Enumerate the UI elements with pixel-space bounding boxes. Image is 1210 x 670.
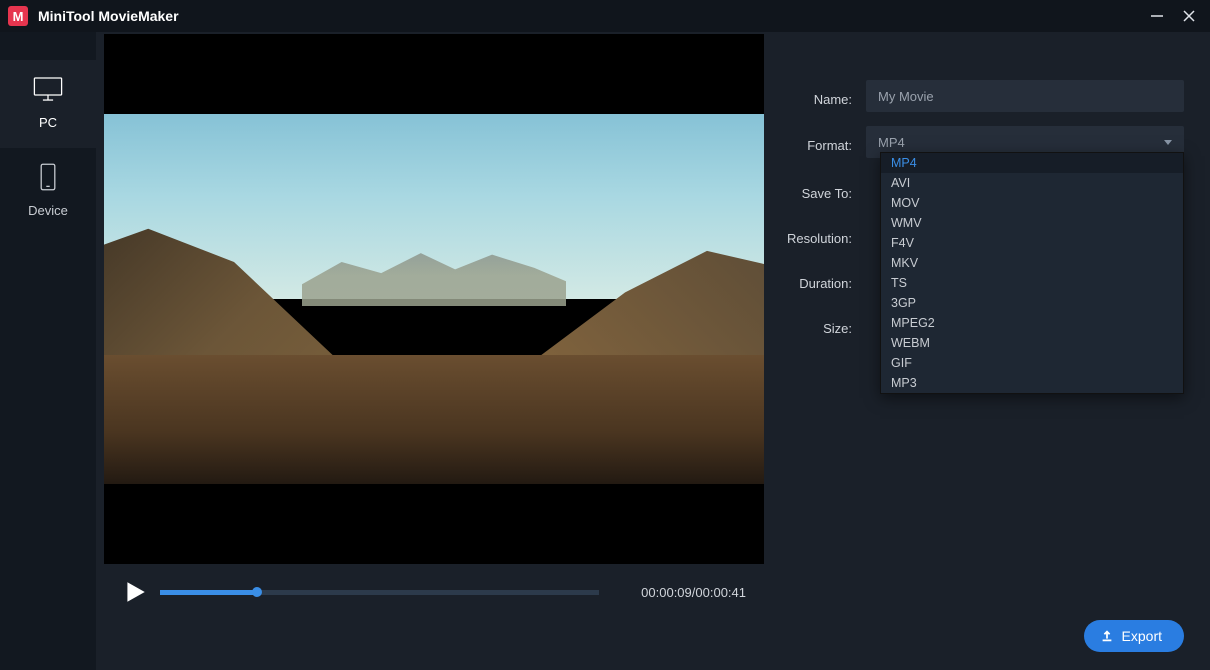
app-title: MiniTool MovieMaker bbox=[38, 8, 1150, 24]
format-option[interactable]: TS bbox=[881, 273, 1183, 293]
format-dropdown[interactable]: MP4AVIMOVWMVF4VMKVTS3GPMPEG2WEBMGIFMP3 bbox=[880, 152, 1184, 394]
player-controls: 00:00:09/00:00:41 bbox=[104, 564, 764, 620]
phone-icon bbox=[31, 162, 65, 195]
seek-bar[interactable] bbox=[160, 590, 599, 595]
format-option[interactable]: MP3 bbox=[881, 373, 1183, 393]
format-option[interactable]: F4V bbox=[881, 233, 1183, 253]
app-logo-icon: M bbox=[8, 6, 28, 26]
time-display: 00:00:09/00:00:41 bbox=[641, 585, 746, 600]
play-button[interactable] bbox=[122, 579, 148, 605]
size-label: Size: bbox=[770, 321, 866, 336]
format-option[interactable]: WEBM bbox=[881, 333, 1183, 353]
format-option[interactable]: MP4 bbox=[881, 153, 1183, 173]
format-option[interactable]: MOV bbox=[881, 193, 1183, 213]
titlebar: M MiniTool MovieMaker bbox=[0, 0, 1210, 32]
format-option[interactable]: MKV bbox=[881, 253, 1183, 273]
sidebar-item-label: PC bbox=[39, 115, 57, 130]
saveto-label: Save To: bbox=[770, 186, 866, 201]
format-option[interactable]: AVI bbox=[881, 173, 1183, 193]
format-option[interactable]: WMV bbox=[881, 213, 1183, 233]
sidebar-item-device[interactable]: Device bbox=[0, 148, 96, 236]
chevron-down-icon bbox=[1164, 140, 1172, 145]
duration-label: Duration: bbox=[770, 276, 866, 291]
sidebar: PC Device bbox=[0, 32, 96, 670]
preview-frame-image bbox=[104, 114, 764, 484]
format-option[interactable]: GIF bbox=[881, 353, 1183, 373]
monitor-icon bbox=[31, 74, 65, 107]
sidebar-item-label: Device bbox=[28, 203, 68, 218]
resolution-label: Resolution: bbox=[770, 231, 866, 246]
format-option[interactable]: MPEG2 bbox=[881, 313, 1183, 333]
name-input[interactable] bbox=[866, 80, 1184, 112]
format-label: Format: bbox=[770, 132, 866, 153]
format-option[interactable]: 3GP bbox=[881, 293, 1183, 313]
sidebar-item-pc[interactable]: PC bbox=[0, 60, 96, 148]
export-settings-panel: Name: Format: MP4 Save To: Resolution: D… bbox=[770, 32, 1210, 670]
minimize-button[interactable] bbox=[1150, 9, 1164, 23]
upload-icon bbox=[1100, 629, 1114, 643]
name-label: Name: bbox=[770, 86, 866, 107]
close-button[interactable] bbox=[1182, 9, 1196, 23]
seek-thumb[interactable] bbox=[252, 587, 262, 597]
export-button[interactable]: Export bbox=[1084, 620, 1184, 652]
video-preview bbox=[104, 34, 764, 564]
